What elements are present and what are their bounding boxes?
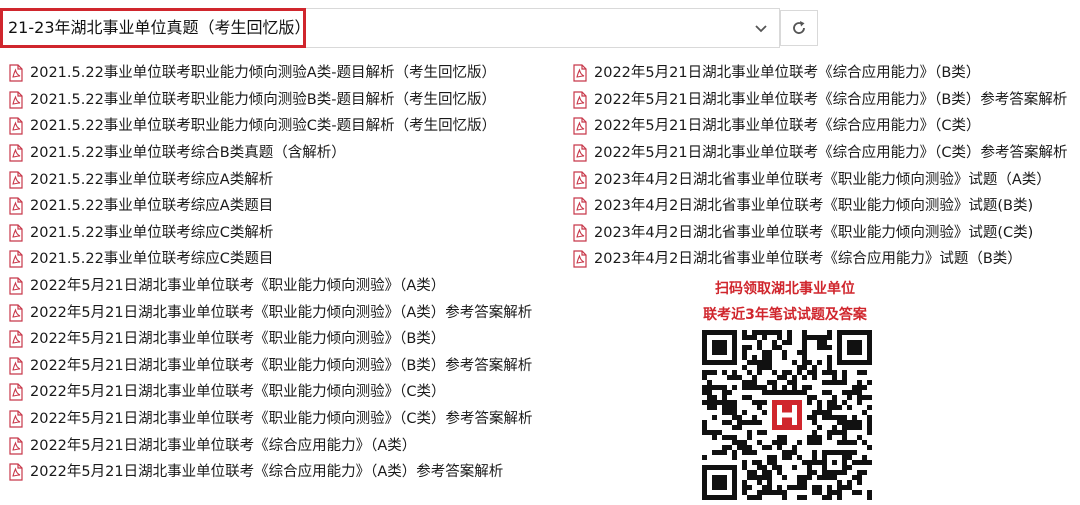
pdf-file-icon: [9, 171, 23, 189]
file-item[interactable]: 2021.5.22事业单位联考综合B类真题（含解析）: [8, 140, 532, 167]
pdf-file-icon: [9, 383, 23, 402]
file-name: 2023年4月2日湖北省事业单位联考《职业能力倾向测验》试题(C类): [594, 224, 1034, 241]
promo-line-2: 联考近3年笔试试题及答案: [703, 307, 867, 323]
pdf-file-icon: [9, 304, 23, 322]
refresh-button[interactable]: [780, 10, 818, 46]
pdf-file-icon: [9, 197, 23, 215]
file-item[interactable]: 2022年5月21日湖北事业单位联考《综合应用能力》（C类）: [572, 113, 1067, 140]
file-list-right: 2022年5月21日湖北事业单位联考《综合应用能力》（B类） 2022年5月21日…: [572, 60, 1067, 273]
file-name: 2022年5月21日湖北事业单位联考《综合应用能力》（C类）: [594, 118, 981, 135]
file-name: 2022年5月21日湖北事业单位联考《综合应用能力》（A类）: [30, 437, 417, 454]
file-name: 2021.5.22事业单位联考职业能力倾向测验A类-题目解析（考生回忆版）: [30, 65, 496, 82]
file-item[interactable]: 2022年5月21日湖北事业单位联考《职业能力倾向测验》（C类）参考答案解析: [8, 406, 532, 433]
pdf-file-icon: [573, 171, 587, 189]
file-name: 2021.5.22事业单位联考职业能力倾向测验B类-题目解析（考生回忆版）: [30, 91, 496, 108]
pdf-file-icon: [9, 224, 23, 242]
file-name: 2022年5月21日湖北事业单位联考《职业能力倾向测验》（C类）: [30, 384, 446, 401]
file-item[interactable]: 2022年5月21日湖北事业单位联考《职业能力倾向测验》（B类）参考答案解析: [8, 353, 532, 380]
pdf-file-icon: [573, 250, 587, 269]
file-item[interactable]: 2023年4月2日湖北省事业单位联考《职业能力倾向测验》试题(C类): [572, 220, 1067, 247]
file-name: 2022年5月21日湖北事业单位联考《职业能力倾向测验》（B类）参考答案解析: [30, 357, 533, 374]
pdf-file-icon: [9, 91, 23, 109]
file-list-left: 2021.5.22事业单位联考职业能力倾向测验A类-题目解析（考生回忆版） 202…: [8, 60, 532, 486]
file-name: 2023年4月2日湖北省事业单位联考《综合应用能力》试题（B类）: [594, 251, 1022, 268]
file-name: 2021.5.22事业单位联考综应C类题目: [30, 251, 274, 268]
file-item[interactable]: 2023年4月2日湖北省事业单位联考《职业能力倾向测验》试题(B类): [572, 193, 1067, 220]
file-item[interactable]: 2021.5.22事业单位联考综应C类解析: [8, 220, 532, 247]
chevron-down-icon: [755, 25, 767, 33]
file-name: 2022年5月21日湖北事业单位联考《职业能力倾向测验》（A类）参考答案解析: [30, 304, 533, 321]
file-item[interactable]: 2022年5月21日湖北事业单位联考《综合应用能力》（A类）参考答案解析: [8, 459, 532, 486]
file-item[interactable]: 2022年5月21日湖北事业单位联考《综合应用能力》（C类）参考答案解析: [572, 140, 1067, 167]
file-item[interactable]: 2021.5.22事业单位联考综应C类题目: [8, 246, 532, 273]
file-name: 2021.5.22事业单位联考综合B类真题（含解析）: [30, 145, 346, 162]
file-item[interactable]: 2021.5.22事业单位联考职业能力倾向测验C类-题目解析（考生回忆版）: [8, 113, 532, 140]
pdf-file-icon: [9, 277, 23, 295]
file-item[interactable]: 2023年4月2日湖北省事业单位联考《综合应用能力》试题（B类）: [572, 246, 1067, 273]
file-name: 2021.5.22事业单位联考综应C类解析: [30, 224, 274, 241]
file-item[interactable]: 2021.5.22事业单位联考综应A类题目: [8, 193, 532, 220]
promo-caption: 扫码领取湖北事业单位 联考近3年笔试试题及答案: [690, 276, 880, 328]
file-item[interactable]: 2022年5月21日湖北事业单位联考《职业能力倾向测验》（C类）: [8, 379, 532, 406]
file-name: 2022年5月21日湖北事业单位联考《职业能力倾向测验》（C类）参考答案解析: [30, 411, 533, 428]
pdf-file-icon: [9, 144, 23, 162]
file-item[interactable]: 2022年5月21日湖北事业单位联考《综合应用能力》（B类）: [572, 60, 1067, 87]
file-name: 2023年4月2日湖北省事业单位联考《职业能力倾向测验》试题(B类): [594, 198, 1034, 215]
pdf-file-icon: [9, 330, 23, 348]
pdf-file-icon: [9, 437, 23, 455]
pdf-file-icon: [573, 144, 587, 162]
file-item[interactable]: 2021.5.22事业单位联考职业能力倾向测验A类-题目解析（考生回忆版）: [8, 60, 532, 87]
file-item[interactable]: 2021.5.22事业单位联考职业能力倾向测验B类-题目解析（考生回忆版）: [8, 87, 532, 114]
pdf-file-icon: [9, 357, 23, 375]
file-name: 2022年5月21日湖北事业单位联考《职业能力倾向测验》（A类）: [30, 278, 446, 295]
file-name: 2022年5月21日湖北事业单位联考《综合应用能力》（C类）参考答案解析: [594, 145, 1068, 162]
pdf-file-icon: [573, 91, 587, 109]
promo-line-1: 扫码领取湖北事业单位: [715, 281, 855, 297]
file-name: 2022年5月21日湖北事业单位联考《职业能力倾向测验》（B类）: [30, 331, 446, 348]
pdf-file-icon: [573, 64, 587, 82]
file-name: 2023年4月2日湖北省事业单位联考《职业能力倾向测验》试题（A类）: [594, 171, 1051, 188]
file-name: 2021.5.22事业单位联考综应A类题目: [30, 198, 274, 215]
file-item[interactable]: 2022年5月21日湖北事业单位联考《职业能力倾向测验》（B类）: [8, 326, 532, 353]
file-item[interactable]: 2022年5月21日湖北事业单位联考《职业能力倾向测验》（A类）: [8, 273, 532, 300]
file-name: 2022年5月21日湖北事业单位联考《综合应用能力》（B类）参考答案解析: [594, 91, 1068, 108]
pdf-file-icon: [9, 117, 23, 136]
file-name: 2021.5.22事业单位联考职业能力倾向测验C类-题目解析（考生回忆版）: [30, 118, 497, 135]
pdf-file-icon: [573, 117, 587, 136]
file-item[interactable]: 2021.5.22事业单位联考综应A类解析: [8, 166, 532, 193]
file-item[interactable]: 2022年5月21日湖北事业单位联考《综合应用能力》（B类）参考答案解析: [572, 87, 1067, 114]
qr-code-icon: [702, 330, 872, 500]
file-name: 2022年5月21日湖北事业单位联考《综合应用能力》（B类）: [594, 65, 981, 82]
refresh-icon: [793, 21, 805, 34]
pdf-file-icon: [573, 197, 587, 215]
address-dropdown-button[interactable]: [748, 16, 774, 42]
pdf-file-icon: [573, 224, 587, 242]
pdf-file-icon: [9, 410, 23, 428]
pdf-file-icon: [9, 250, 23, 269]
file-item[interactable]: 2023年4月2日湖北省事业单位联考《职业能力倾向测验》试题（A类）: [572, 166, 1067, 193]
address-path[interactable]: 21-23年湖北事业单位真题（考生回忆版）: [8, 17, 311, 39]
pdf-file-icon: [9, 463, 23, 481]
file-item[interactable]: 2022年5月21日湖北事业单位联考《综合应用能力》（A类）: [8, 432, 532, 459]
file-name: 2021.5.22事业单位联考综应A类解析: [30, 171, 274, 188]
file-item[interactable]: 2022年5月21日湖北事业单位联考《职业能力倾向测验》（A类）参考答案解析: [8, 299, 532, 326]
pdf-file-icon: [9, 64, 23, 82]
file-name: 2022年5月21日湖北事业单位联考《综合应用能力》（A类）参考答案解析: [30, 464, 504, 481]
